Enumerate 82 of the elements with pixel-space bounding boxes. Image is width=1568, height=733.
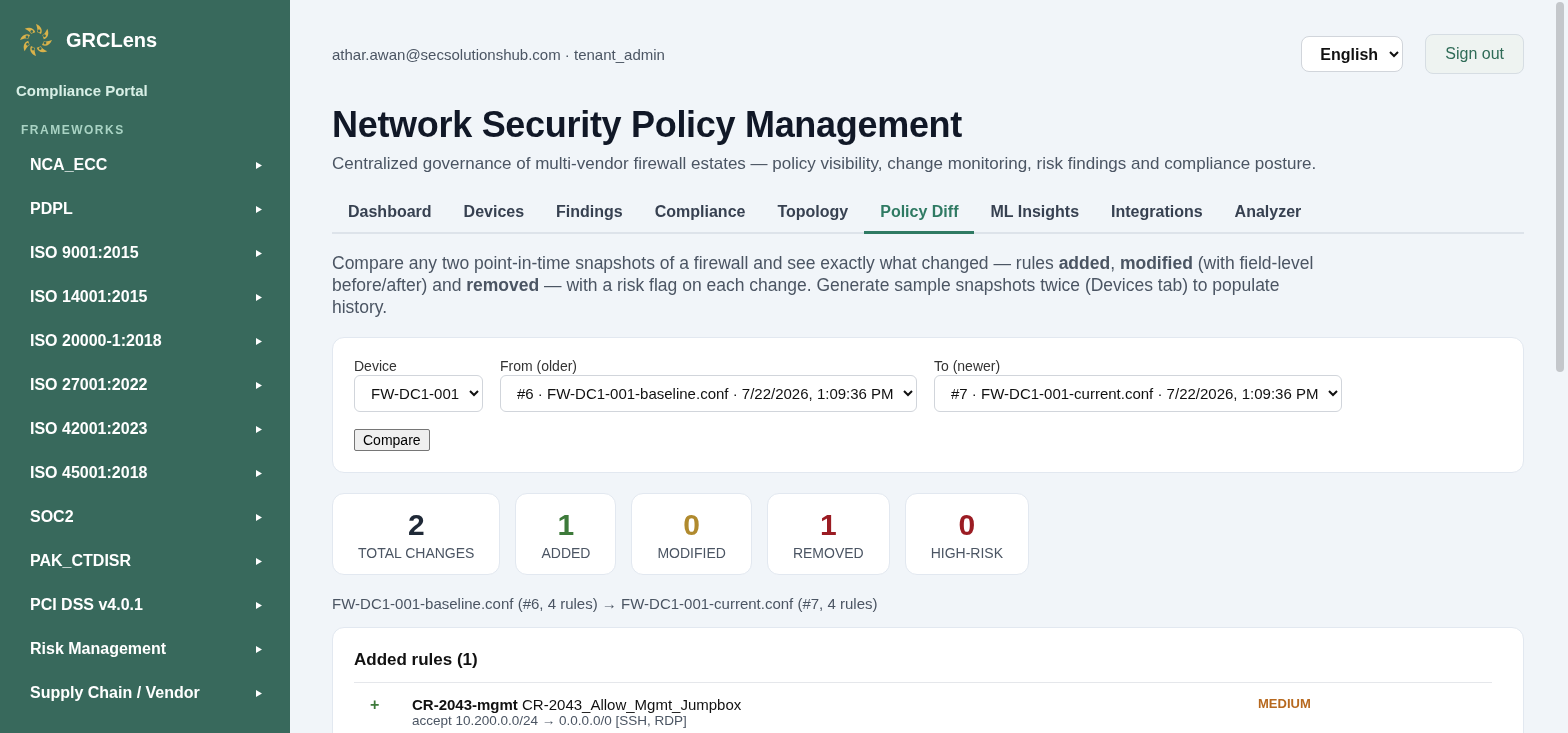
tab[interactable]: Compliance: [638, 192, 762, 234]
tab[interactable]: Devices: [447, 192, 541, 234]
sidebar-item-label: ISO 42001:2023: [30, 420, 148, 438]
sidebar-item[interactable]: ISO 45001:2018: [0, 451, 290, 495]
stat-label: MODIFIED: [657, 545, 726, 561]
tab[interactable]: ML Insights: [974, 192, 1096, 234]
caret-icon: [256, 161, 262, 169]
caret-icon: [256, 601, 262, 609]
stat-label: REMOVED: [792, 545, 864, 561]
sidebar-item[interactable]: ISO 42001:2023: [0, 407, 290, 451]
stat-label: ADDED: [541, 545, 591, 561]
caret-icon: [256, 205, 262, 213]
caret-icon: [256, 469, 262, 477]
sidebar-item-label: ISO 45001:2018: [30, 464, 148, 482]
field-label: From (older): [500, 358, 578, 374]
page-subtitle: Centralized governance of multi-vendor firewall estates — policy visibility, change monitoring, risk findings and compliance posture.: [332, 154, 1318, 174]
added-sign: +: [370, 696, 381, 714]
brand-name: GRCLens: [66, 28, 158, 52]
caret-icon: [256, 425, 262, 433]
sidebar-item[interactable]: SOC2: [0, 495, 290, 539]
tab[interactable]: Topology: [761, 192, 865, 234]
rule-detail: accept 10.200.0.0/24 → 0.0.0.0/0 [SSH, RDP]: [412, 713, 688, 728]
portal-subtitle: Compliance Portal: [16, 82, 149, 99]
snapshot-select[interactable]: #7 · FW-DC1-001-current.conf · 7/22/2026, 1:09:36 PM: [934, 375, 1342, 412]
compare-button[interactable]: Compare: [354, 429, 430, 451]
sidebar-item-label: Risk Management: [30, 640, 167, 658]
sidebar-item-label: ISO 9001:2015: [30, 244, 139, 262]
sidebar-item[interactable]: ISO 14001:2015: [0, 275, 290, 319]
caret-icon: [256, 249, 262, 257]
tab[interactable]: Dashboard: [332, 192, 448, 234]
sidebar-item-label: Supply Chain / Vendor: [30, 684, 200, 702]
field-label: Device: [354, 358, 398, 374]
page-title: Network Security Policy Management: [332, 104, 963, 146]
logo-icon: [18, 22, 54, 58]
stat-value: 1: [557, 508, 575, 542]
field-label: To (newer): [934, 358, 1002, 374]
snapshot-select[interactable]: #6 · FW-DC1-001-baseline.conf · 7/22/2026, 1:09:36 PM: [500, 375, 917, 412]
scrollbar[interactable]: [1556, 2, 1564, 372]
section-title: Added rules (1): [354, 650, 1492, 683]
sidebar-item[interactable]: Risk Management: [0, 627, 290, 671]
snapshot-select[interactable]: FW-DC1-001: [354, 375, 483, 412]
sidebar-item-label: PDPL: [30, 200, 73, 218]
diff-summary: FW-DC1-001-baseline.conf (#6, 4 rules) → FW-DC1-001-current.conf (#7, 4 rules): [332, 595, 879, 612]
tab[interactable]: Findings: [540, 192, 639, 234]
sign-out-button[interactable]: Sign out: [1425, 34, 1524, 74]
stat-label: HIGH-RISK: [930, 545, 1004, 561]
stat-value: 0: [683, 508, 700, 542]
risk-label: MEDIUM: [1258, 696, 1311, 711]
user-info: athar.awan@secsolutionshub.com · tenant_admin: [332, 45, 665, 63]
sidebar-item[interactable]: PCI DSS v4.0.1: [0, 583, 290, 627]
sidebar-item[interactable]: ISO 9001:2015: [0, 231, 290, 275]
caret-icon: [256, 645, 262, 653]
caret-icon: [256, 689, 262, 697]
tab[interactable]: Integrations: [1095, 192, 1219, 234]
sidebar-item-label: ISO 14001:2015: [30, 288, 148, 306]
sidebar-item-label: PAK_CTDISR: [30, 552, 132, 570]
sidebar-item-label: ISO 20000-1:2018: [30, 332, 162, 350]
stat-value: 0: [958, 508, 976, 542]
stat-value: 2: [407, 508, 425, 542]
sidebar-item-label: ISO 27001:2022: [30, 376, 148, 394]
rule-title: CR-2043-mgmt CR-2043_Allow_Mgmt_Jumpbox: [412, 696, 743, 713]
stat-label: TOTAL CHANGES: [358, 545, 475, 561]
sidebar-item-label: PCI DSS v4.0.1: [30, 596, 143, 614]
caret-icon: [256, 293, 262, 301]
sidebar-item-label: NCA_ECC: [30, 156, 108, 174]
tab[interactable]: Analyzer: [1218, 192, 1318, 234]
caret-icon: [256, 557, 262, 565]
section-heading: FRAMEWORKS: [21, 123, 126, 137]
intro-text: Compare any two point-in-time snapshots of a firewall and see exactly what changed — rules added, modified (with field-level before/after) and removed — with a risk flag on each change. Generate sample snapshots twice (Devices tab) to populate history.: [332, 252, 1315, 318]
sidebar-item[interactable]: Supply Chain / Vendor: [0, 671, 290, 715]
sidebar-item[interactable]: PAK_CTDISR: [0, 539, 290, 583]
caret-icon: [256, 513, 262, 521]
sidebar-item[interactable]: NCA_ECC: [0, 143, 290, 187]
language-select[interactable]: English: [1301, 36, 1404, 72]
sidebar-item[interactable]: ISO 20000-1:2018: [0, 319, 290, 363]
sidebar-item[interactable]: PDPL: [0, 187, 290, 231]
caret-icon: [256, 337, 262, 345]
caret-icon: [256, 381, 262, 389]
sidebar-item[interactable]: ISO 27001:2022: [0, 363, 290, 407]
sidebar-item-label: SOC2: [30, 508, 74, 526]
stat-value: 1: [819, 508, 837, 542]
tab[interactable]: Policy Diff: [864, 192, 975, 234]
